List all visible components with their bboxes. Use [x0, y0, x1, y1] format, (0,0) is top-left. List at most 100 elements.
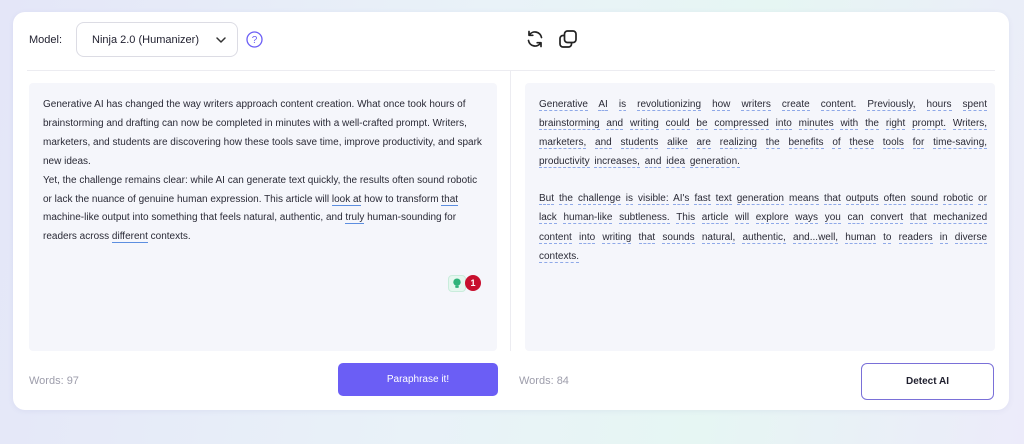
output-word[interactable]: realizing [719, 137, 757, 150]
output-word[interactable]: and [644, 156, 662, 169]
output-word[interactable]: content [539, 231, 572, 244]
output-word[interactable]: in [939, 231, 948, 244]
output-word[interactable]: writers [741, 99, 771, 111]
output-word[interactable]: robotic [943, 193, 974, 206]
output-word[interactable]: convert [870, 212, 904, 225]
output-word[interactable]: revolutionizing [637, 99, 702, 111]
output-word[interactable]: and...well, [793, 231, 839, 244]
output-word[interactable]: explore [755, 212, 789, 225]
input-textarea[interactable]: Generative AI has changed the way writer… [29, 83, 497, 351]
output-word[interactable]: productivity [539, 156, 590, 169]
output-word[interactable]: could [665, 118, 690, 131]
output-word[interactable]: ways [795, 212, 819, 225]
output-word[interactable]: that [824, 193, 841, 206]
output-word[interactable]: you [824, 212, 841, 225]
output-word[interactable]: hours [926, 99, 952, 111]
output-word[interactable]: This [676, 212, 696, 225]
output-word[interactable]: or [978, 193, 988, 206]
output-word[interactable]: these [849, 137, 874, 150]
copy-button[interactable] [558, 29, 578, 49]
output-word-count: Words: 84 [519, 375, 569, 387]
output-word[interactable]: with [840, 118, 859, 131]
detect-ai-button[interactable]: Detect AI [861, 363, 994, 400]
output-word[interactable]: and [595, 137, 612, 150]
output-word[interactable]: students [620, 137, 659, 150]
output-word[interactable]: idea [666, 156, 686, 169]
output-word[interactable]: into [579, 231, 596, 244]
output-word[interactable]: be [696, 118, 708, 131]
output-word[interactable]: is [618, 99, 627, 111]
output-word[interactable]: minutes [798, 118, 834, 131]
output-word[interactable]: article [701, 212, 729, 225]
output-word[interactable]: and [606, 118, 624, 131]
output-word[interactable]: can [847, 212, 864, 225]
output-word[interactable]: alike [667, 137, 688, 150]
output-word[interactable]: diverse [954, 231, 988, 244]
output-word[interactable]: time-saving, [933, 137, 988, 150]
output-word[interactable]: into [775, 118, 792, 131]
output-word[interactable]: Previously, [867, 99, 916, 111]
output-word[interactable]: the [765, 137, 780, 150]
output-word[interactable]: to [883, 231, 892, 244]
output-word[interactable]: authentic, [742, 231, 786, 244]
output-word[interactable]: for [912, 137, 925, 150]
paraphrase-button[interactable]: Paraphrase it! [338, 363, 498, 396]
output-word[interactable]: human [845, 231, 876, 244]
output-word[interactable]: that [909, 212, 927, 225]
output-word[interactable]: content. [820, 99, 857, 111]
output-word[interactable]: generation. [689, 156, 740, 169]
output-word[interactable]: natural, [701, 231, 736, 244]
output-word[interactable]: is [625, 193, 634, 206]
output-word[interactable]: AI's [673, 193, 690, 206]
suggestion-highlight[interactable]: truly [345, 212, 365, 225]
grammar-assistant-button[interactable] [448, 275, 466, 292]
output-word[interactable]: text [715, 193, 732, 206]
output-word[interactable]: marketers, [539, 137, 587, 150]
output-word[interactable]: contexts. [539, 250, 580, 263]
output-word[interactable]: the [559, 193, 573, 206]
output-word[interactable]: writing [602, 231, 632, 244]
output-word[interactable]: create [781, 99, 810, 111]
output-word[interactable]: brainstorming [539, 118, 600, 131]
output-word[interactable]: challenge [577, 193, 621, 206]
output-word[interactable]: generation [736, 193, 784, 206]
model-select[interactable]: Ninja 2.0 (Humanizer) [76, 22, 238, 57]
output-word[interactable]: of [832, 137, 841, 150]
output-word[interactable]: But [539, 193, 555, 206]
refresh-button[interactable] [525, 29, 545, 49]
output-word[interactable]: Writers, [952, 118, 988, 131]
suggestion-highlight[interactable]: different [111, 231, 148, 244]
output-word[interactable]: writing [629, 118, 659, 131]
output-word[interactable]: the [865, 118, 879, 131]
output-word[interactable]: outputs [845, 193, 879, 206]
input-text[interactable]: Generative AI has changed the way writer… [43, 96, 488, 247]
output-word[interactable]: benefits [788, 137, 824, 150]
output-word[interactable]: human-like [563, 212, 613, 225]
output-word[interactable]: compressed [714, 118, 769, 131]
output-word[interactable]: spent [962, 99, 988, 111]
output-word[interactable]: often [883, 193, 906, 206]
suggestion-highlight[interactable]: that [441, 193, 459, 206]
output-word[interactable]: sounds [662, 231, 695, 244]
output-word[interactable]: subtleness. [619, 212, 670, 225]
output-word[interactable]: sound [910, 193, 939, 206]
output-word[interactable]: right [885, 118, 906, 131]
question-circle-icon[interactable]: ? [246, 31, 263, 48]
output-word[interactable]: how [712, 99, 731, 111]
output-word[interactable]: mechanized [933, 212, 988, 225]
output-word[interactable]: will [735, 212, 750, 225]
output-word[interactable]: readers [898, 231, 933, 244]
suggestion-highlight[interactable]: look at [331, 193, 362, 206]
output-word[interactable]: tools [882, 137, 904, 150]
output-word[interactable]: that [638, 231, 656, 244]
output-word[interactable]: means [789, 193, 820, 206]
output-word[interactable]: Generative [539, 99, 588, 111]
output-word[interactable]: fast [694, 193, 711, 206]
output-word[interactable]: increases, [594, 156, 640, 169]
suggestion-count-badge[interactable]: 1 [465, 275, 481, 291]
output-word[interactable]: are [696, 137, 711, 150]
output-word[interactable]: prompt. [912, 118, 946, 131]
output-word[interactable]: AI [598, 99, 608, 111]
output-word[interactable]: visible: [638, 193, 669, 206]
output-word[interactable]: lack [539, 212, 557, 225]
